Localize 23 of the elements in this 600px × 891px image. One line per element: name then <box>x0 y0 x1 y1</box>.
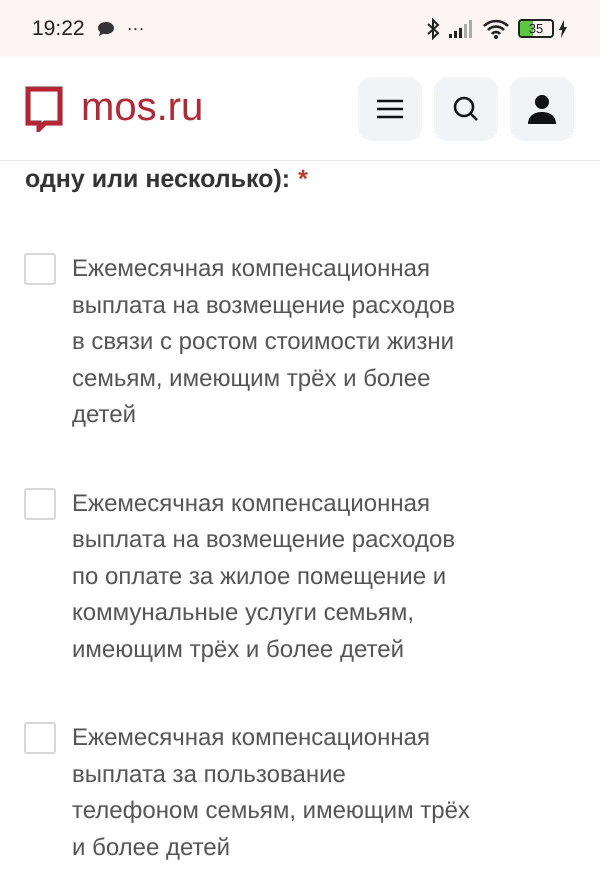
search-button[interactable] <box>434 76 498 140</box>
bluetooth-icon <box>426 18 440 40</box>
checkbox[interactable] <box>24 722 56 754</box>
charging-icon <box>558 20 568 38</box>
chat-icon <box>96 20 115 36</box>
user-icon <box>527 94 557 124</box>
profile-button[interactable] <box>510 76 574 140</box>
site-logo[interactable]: mos.ru <box>81 86 204 130</box>
option-label[interactable]: Ежемесячная компенсационная выплата на возмещение расходов по оплате за жилое помещение и коммунальные услуги семьям, имеющим трёх и более детей <box>72 486 472 668</box>
question-text: одну или несколько): <box>25 164 290 194</box>
logo-icon <box>25 86 63 132</box>
menu-icon <box>376 98 404 118</box>
status-time: 19:22 <box>32 16 85 42</box>
required-mark: * <box>298 164 308 195</box>
search-icon <box>453 96 479 122</box>
option-label[interactable]: Ежемесячная компенсационная выплата за пользование телефоном семьям, имеющим трёх и более детей <box>72 720 472 866</box>
signal-icon <box>448 20 474 38</box>
checkbox[interactable] <box>24 488 56 520</box>
option-label[interactable]: Ежемесячная компенсационная выплата на возмещение расходов в связи с ростом стоимости жизни семьям, имеющим трёх и более детей <box>72 251 472 434</box>
wifi-icon <box>482 18 510 38</box>
more-indicator: ··· <box>126 17 145 40</box>
menu-button[interactable] <box>358 76 422 140</box>
checkbox[interactable] <box>24 253 56 285</box>
